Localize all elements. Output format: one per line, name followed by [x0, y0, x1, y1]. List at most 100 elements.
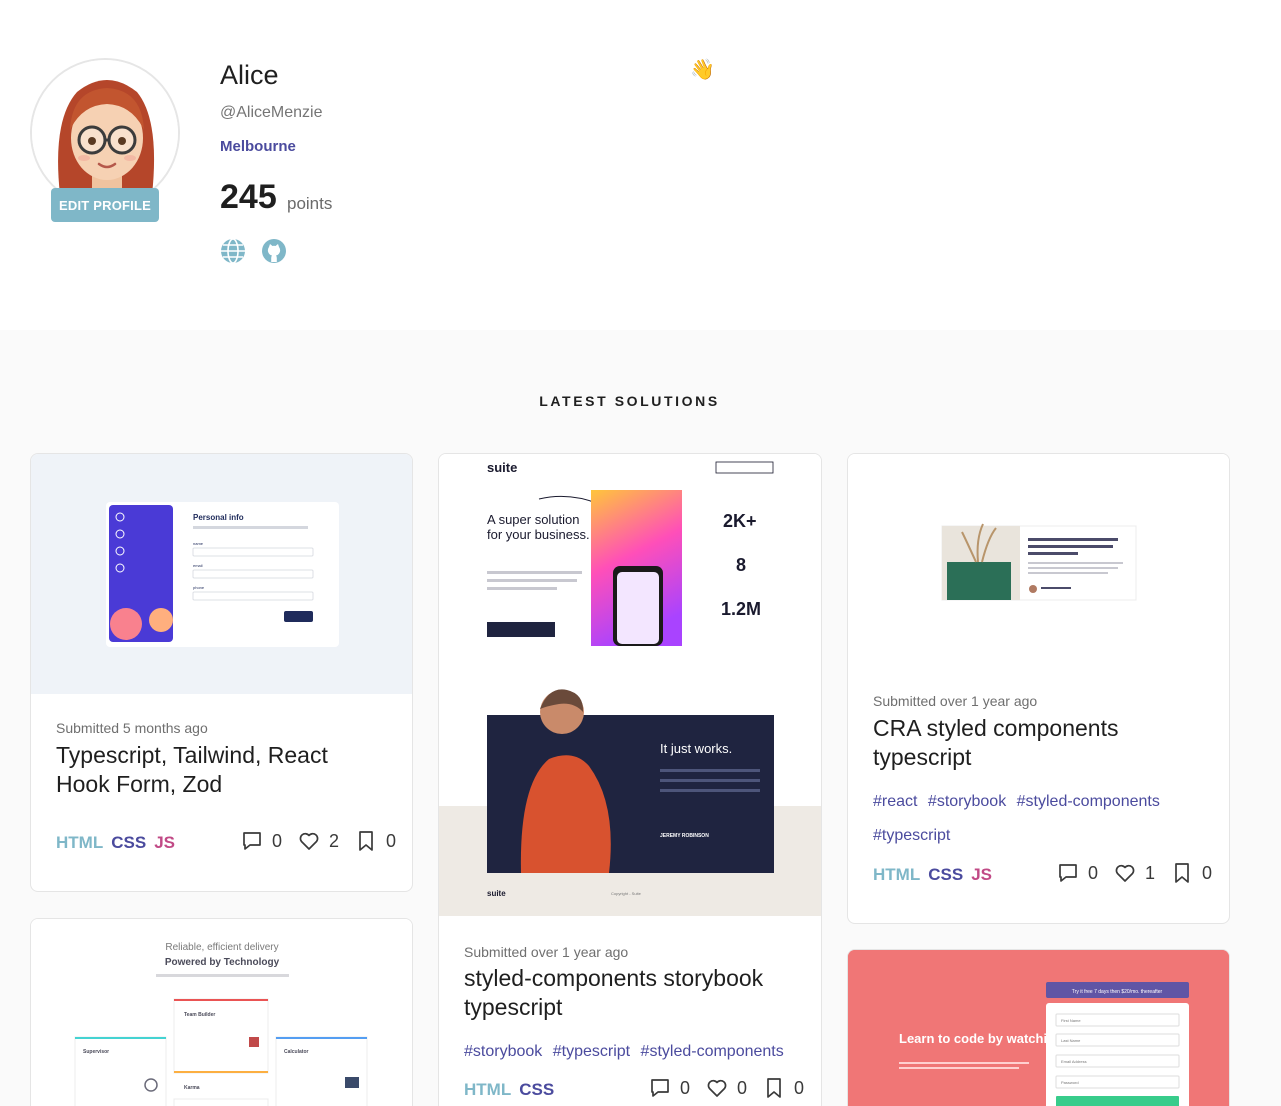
like-count: 1: [1145, 862, 1156, 883]
solution-preview[interactable]: Reliable, efficient delivery Powered by …: [31, 919, 412, 1106]
points-value: 245: [220, 178, 277, 216]
globe-icon[interactable]: [220, 238, 246, 264]
solution-preview[interactable]: suite A super solution for your business…: [439, 454, 821, 916]
solution-stats: 0 2 0: [241, 830, 396, 852]
comment-count: 0: [272, 830, 283, 851]
preview-landing-page: suite A super solution for your business…: [439, 460, 821, 916]
lang-html: HTML: [873, 865, 921, 884]
github-icon[interactable]: [261, 238, 287, 264]
like-count: 2: [329, 830, 340, 851]
svg-text:2K+: 2K+: [723, 511, 757, 531]
preview-brand: suite: [487, 460, 517, 475]
tag[interactable]: #styled-components: [1017, 793, 1160, 810]
tag-list: #storybook #typescript #styled-component…: [464, 1035, 804, 1069]
lang-js: JS: [971, 865, 992, 884]
lang-css: CSS: [519, 1080, 555, 1099]
language-list: HTML CSS JS: [873, 865, 992, 885]
solution-preview[interactable]: [848, 454, 1229, 669]
preview-signup-form: Learn to code by watching others Try it …: [848, 950, 1229, 1106]
svg-text:suite: suite: [487, 889, 506, 898]
svg-text:Team Builder: Team Builder: [184, 1012, 215, 1018]
svg-text:JEREMY ROBINSON: JEREMY ROBINSON: [660, 833, 709, 839]
section-title: LATEST SOLUTIONS: [539, 393, 720, 409]
bookmark-count: 0: [794, 1077, 805, 1098]
tag[interactable]: #styled-components: [641, 1043, 784, 1060]
solution-preview[interactable]: Learn to code by watching others Try it …: [848, 950, 1229, 1106]
profile-name: Alice: [220, 60, 279, 90]
bookmark-count: 0: [1202, 862, 1213, 883]
lang-css: CSS: [111, 833, 147, 852]
points-label: points: [287, 194, 333, 213]
bookmark-icon[interactable]: [1171, 862, 1193, 884]
heart-icon[interactable]: [706, 1077, 728, 1099]
submitted-date: Submitted over 1 year ago: [873, 693, 1038, 709]
svg-text:Last Name: Last Name: [1061, 1038, 1081, 1043]
tag-list: #react #storybook #styled-components #ty…: [873, 785, 1213, 853]
bookmark-icon[interactable]: [763, 1077, 785, 1099]
like-count: 0: [737, 1077, 748, 1098]
svg-text:Password: Password: [1061, 1080, 1079, 1085]
preview-article-card: [941, 523, 1137, 601]
preview-heading: Personal info: [193, 513, 244, 522]
svg-text:Reliable, efficient delivery: Reliable, efficient delivery: [165, 942, 278, 953]
comment-icon: [243, 832, 261, 850]
svg-text:phone: phone: [193, 585, 205, 590]
solution-title[interactable]: styled-components storybook typescript: [464, 964, 794, 1022]
solution-card[interactable]: suite A super solution for your business…: [438, 453, 822, 1106]
solution-stats: 0 0 0: [649, 1077, 804, 1099]
svg-text:It just works.: It just works.: [660, 741, 732, 756]
svg-text:Copyright - Suite: Copyright - Suite: [611, 891, 642, 896]
comment-icon: [651, 1079, 669, 1097]
profile-header: EDIT PROFILE Alice @AliceMenzie Melbourn…: [0, 0, 1281, 330]
edit-profile-button[interactable]: EDIT PROFILE: [51, 188, 159, 222]
svg-text:email: email: [193, 563, 203, 568]
language-list: HTML CSS JS: [56, 833, 175, 853]
svg-text:8: 8: [736, 555, 746, 575]
comment-icon: [1059, 864, 1077, 882]
solution-title[interactable]: Typescript, Tailwind, React Hook Form, Z…: [56, 741, 386, 799]
preview-feature-section: Reliable, efficient delivery Powered by …: [74, 942, 368, 1106]
heart-icon[interactable]: [1114, 862, 1136, 884]
lang-js: JS: [154, 833, 175, 852]
svg-text:Powered by Technology: Powered by Technology: [165, 957, 280, 968]
solution-card[interactable]: Reliable, efficient delivery Powered by …: [30, 918, 413, 1106]
svg-text:for your business.: for your business.: [487, 527, 590, 542]
svg-text:1.2M: 1.2M: [721, 599, 761, 619]
avatar: [30, 58, 180, 208]
solution-preview[interactable]: Personal info name email phone: [31, 454, 412, 694]
profile-handle: @AliceMenzie: [220, 104, 323, 121]
tag[interactable]: #storybook: [928, 793, 1006, 810]
tag[interactable]: #typescript: [873, 827, 950, 844]
comment-count: 0: [1088, 862, 1099, 883]
submitted-date: Submitted over 1 year ago: [464, 944, 629, 960]
submitted-date: Submitted 5 months ago: [56, 720, 208, 736]
lang-html: HTML: [56, 833, 104, 852]
wave-emoji: 👋: [690, 57, 715, 81]
tag[interactable]: #react: [873, 793, 917, 810]
solution-title[interactable]: CRA styled components typescript: [873, 714, 1203, 772]
heart-icon[interactable]: [298, 830, 320, 852]
svg-text:A super solution: A super solution: [487, 512, 580, 527]
profile-location: Melbourne: [220, 138, 296, 155]
solution-card[interactable]: Submitted over 1 year ago CRA styled com…: [847, 453, 1230, 924]
solution-card[interactable]: Learn to code by watching others Try it …: [847, 949, 1230, 1106]
svg-text:Calculator: Calculator: [284, 1049, 309, 1055]
svg-text:Supervisor: Supervisor: [83, 1049, 109, 1055]
tag[interactable]: #typescript: [553, 1043, 630, 1060]
avatar-memoji: [32, 60, 178, 206]
bookmark-icon[interactable]: [355, 830, 377, 852]
language-list: HTML CSS: [464, 1080, 562, 1100]
lang-html: HTML: [464, 1080, 512, 1099]
preview-multistep-form: Personal info name email phone: [106, 502, 339, 647]
svg-text:Karma: Karma: [184, 1085, 200, 1091]
lang-css: CSS: [928, 865, 964, 884]
tag[interactable]: #storybook: [464, 1043, 542, 1060]
svg-text:First Name: First Name: [1061, 1018, 1081, 1023]
svg-text:name: name: [193, 541, 204, 546]
comment-count: 0: [680, 1077, 691, 1098]
svg-text:Email Address: Email Address: [1061, 1059, 1087, 1064]
solution-stats: 0 1 0: [1057, 862, 1212, 884]
bookmark-count: 0: [386, 830, 397, 851]
svg-text:Try it free 7 days then $20/mo: Try it free 7 days then $20/mo. thereaft…: [1072, 989, 1163, 995]
solution-card[interactable]: Personal info name email phone Submitted…: [30, 453, 413, 892]
